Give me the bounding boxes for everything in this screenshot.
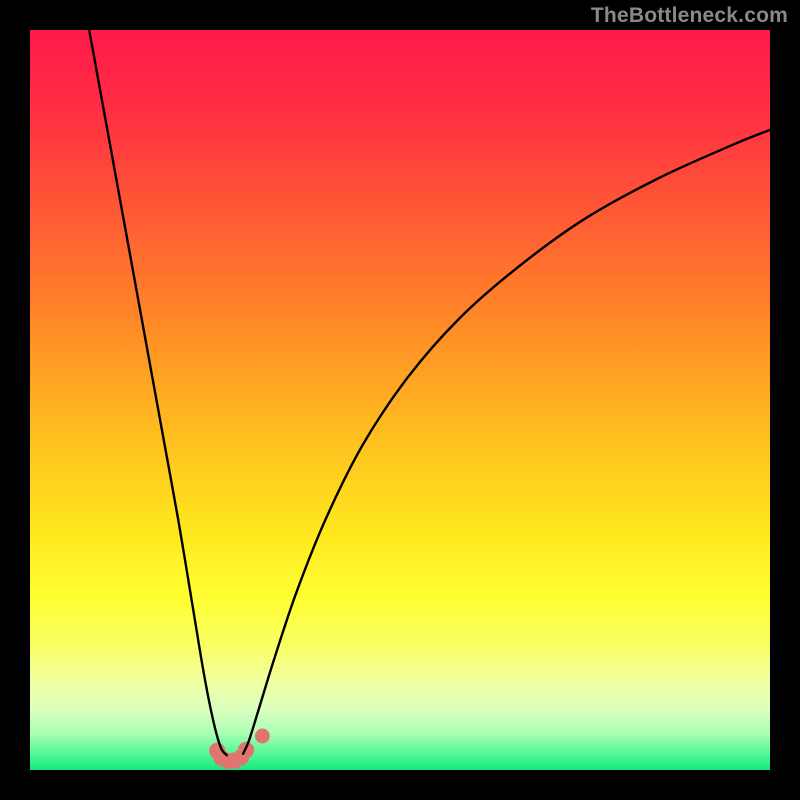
curve-left-branch [89,30,227,755]
watermark-text: TheBottleneck.com [591,4,788,28]
curve-layer [30,30,770,770]
marker-cluster [209,729,270,770]
marker-dot [255,729,270,744]
plot-area [30,30,770,770]
curve-right-branch [243,130,770,754]
outer-frame: TheBottleneck.com [0,0,800,800]
